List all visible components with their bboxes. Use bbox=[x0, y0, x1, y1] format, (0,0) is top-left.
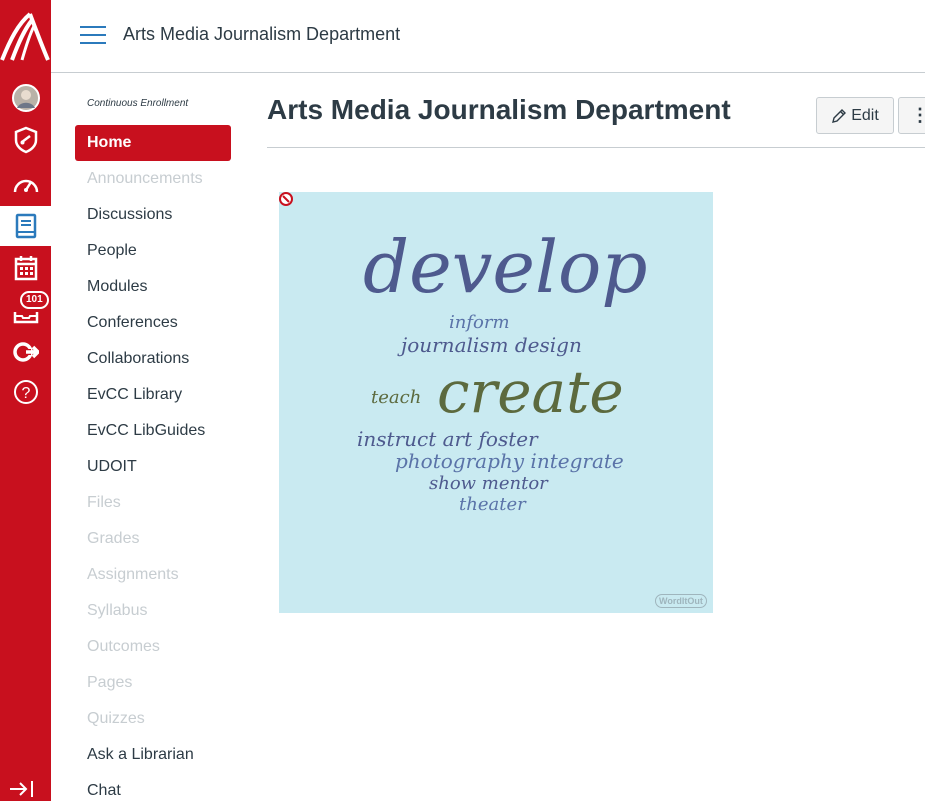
course-nav-item-syllabus[interactable]: Syllabus bbox=[75, 593, 235, 629]
edit-button-label: Edit bbox=[851, 106, 879, 124]
word-theater: theater bbox=[459, 494, 527, 515]
kebab-menu-icon: ⋮ bbox=[911, 105, 925, 125]
course-nav-item-evcc-library[interactable]: EvCC Library bbox=[75, 377, 235, 413]
global-nav: 101 ? bbox=[0, 0, 51, 801]
word-cloud-image: develop inform journalism design teach c… bbox=[279, 192, 713, 613]
course-nav-item-udoit[interactable]: UDOIT bbox=[75, 449, 235, 485]
page-title: Arts Media Journalism Department bbox=[267, 94, 731, 125]
accessibility-issue-icon[interactable] bbox=[279, 192, 293, 206]
dashboard-icon[interactable] bbox=[0, 164, 51, 204]
inbox-unread-badge: 101 bbox=[20, 291, 49, 309]
course-nav-item-quizzes[interactable]: Quizzes bbox=[75, 701, 235, 737]
word-teach: teach bbox=[371, 387, 421, 408]
word-photography-integrate: photography integrate bbox=[395, 449, 624, 473]
course-nav-item-pages[interactable]: Pages bbox=[75, 665, 235, 701]
course-nav-item-evcc-libguides[interactable]: EvCC LibGuides bbox=[75, 413, 235, 449]
course-header: Arts Media Journalism Department bbox=[51, 0, 925, 73]
course-nav-item-collaborations[interactable]: Collaborations bbox=[75, 341, 235, 377]
account-avatar[interactable] bbox=[0, 78, 51, 118]
word-develop: develop bbox=[363, 225, 647, 309]
hamburger-menu-icon[interactable] bbox=[80, 26, 106, 46]
course-nav-item-grades[interactable]: Grades bbox=[75, 521, 235, 557]
admin-shield-icon[interactable] bbox=[0, 120, 51, 160]
courses-icon[interactable] bbox=[0, 206, 51, 246]
help-icon[interactable]: ? bbox=[0, 372, 51, 412]
enrollment-term: Continuous Enrollment bbox=[87, 98, 189, 109]
title-divider bbox=[267, 147, 925, 148]
course-nav-item-discussions[interactable]: Discussions bbox=[75, 197, 235, 233]
course-nav-item-files[interactable]: Files bbox=[75, 485, 235, 521]
commons-icon[interactable] bbox=[0, 332, 51, 372]
word-create: create bbox=[437, 358, 624, 426]
course-nav-item-outcomes[interactable]: Outcomes bbox=[75, 629, 235, 665]
word-show-mentor: show mentor bbox=[429, 473, 549, 494]
worditout-watermark: WordItOut bbox=[655, 594, 707, 608]
college-logo-icon[interactable] bbox=[0, 10, 51, 66]
calendar-icon[interactable] bbox=[0, 248, 51, 288]
word-journalism-design: journalism design bbox=[397, 333, 582, 357]
more-options-button[interactable]: ⋮ bbox=[898, 97, 925, 134]
avatar-icon bbox=[11, 84, 40, 112]
course-nav-item-modules[interactable]: Modules bbox=[75, 269, 235, 305]
course-nav-item-conferences[interactable]: Conferences bbox=[75, 305, 235, 341]
word-instruct-art-foster: instruct art foster bbox=[357, 427, 539, 451]
svg-text:?: ? bbox=[21, 385, 30, 402]
course-nav-item-assignments[interactable]: Assignments bbox=[75, 557, 235, 593]
course-nav-item-announcements[interactable]: Announcements bbox=[75, 161, 235, 197]
word-inform: inform bbox=[449, 312, 510, 333]
course-nav-list: Home Announcements Discussions People Mo… bbox=[75, 125, 235, 809]
pencil-icon bbox=[832, 108, 847, 123]
breadcrumb-course-title[interactable]: Arts Media Journalism Department bbox=[123, 24, 400, 45]
course-nav-item-ask-a-librarian[interactable]: Ask a Librarian bbox=[75, 737, 235, 773]
collapse-nav-icon[interactable] bbox=[8, 780, 36, 798]
course-nav-item-chat[interactable]: Chat bbox=[75, 773, 235, 809]
edit-button[interactable]: Edit bbox=[816, 97, 894, 134]
course-nav-item-people[interactable]: People bbox=[75, 233, 235, 269]
course-nav-item-home[interactable]: Home bbox=[75, 125, 231, 161]
